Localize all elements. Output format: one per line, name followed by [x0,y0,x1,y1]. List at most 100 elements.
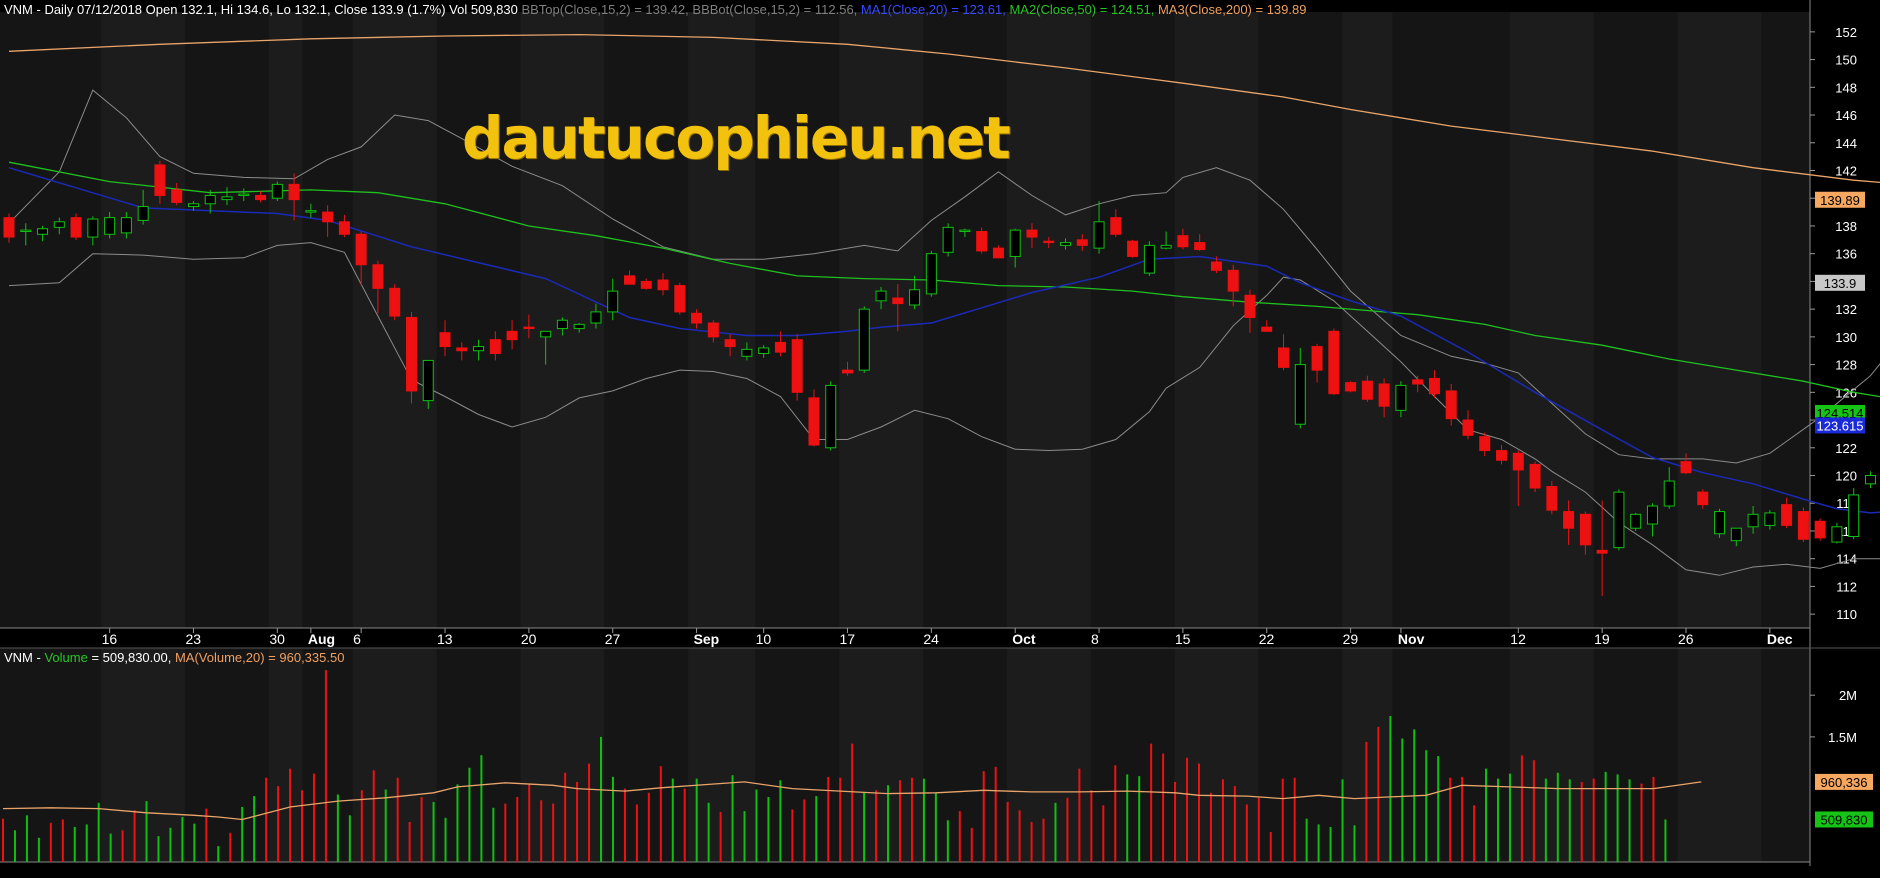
week-band [520,648,605,862]
candle-body [1311,346,1323,371]
candle-body [1479,436,1491,452]
candle-body [506,330,518,341]
ma200-legend: MA3(Close,200) = 139.89 [1157,2,1307,17]
candle-body [1210,261,1222,271]
candle-body [523,326,535,330]
candle-body [338,221,350,235]
week-band [1677,648,1762,862]
candle-body [489,339,501,354]
candle-body [1110,217,1122,235]
candle-body [422,359,434,402]
candle-body [1579,513,1591,546]
x-tick-label: 30 [269,631,285,647]
candle-body [1596,549,1608,554]
candle-body [1613,491,1625,549]
candle-body [456,347,468,352]
candle-body [741,348,753,357]
candle-body [1445,390,1457,420]
x-tick-label: 27 [605,631,621,647]
watermark-logo: dautucophieu.net [462,104,1011,172]
candle-body [1730,527,1742,542]
bbbot-legend: BBBot(Close,15,2) = 112.56, [692,2,858,17]
candle-body [1646,505,1658,525]
bbtop-legend: BBTop(Close,15,2) = 139.42, [521,2,689,17]
candle-body [1512,452,1524,471]
x-tick-label: 22 [1259,631,1275,647]
x-tick-label: 12 [1510,631,1526,647]
candle-body [1060,242,1072,246]
candle-body [774,341,786,353]
y-tick-label: 112 [1836,579,1857,594]
y-tick-label: 120 [1835,469,1857,484]
x-tick-label: 26 [1678,631,1694,647]
candle-body [137,206,149,221]
candle-body [942,226,954,253]
y-tick-label: 138 [1835,219,1857,234]
x-tick-label: 20 [521,631,537,647]
x-tick-label: 19 [1594,631,1610,647]
candle-body [1714,511,1726,535]
candle-body [1781,504,1793,526]
y-tick-label: 132 [1835,302,1857,317]
candle-body [53,221,65,228]
volume-symbol: VNM - [4,650,45,665]
candle-body [590,311,602,324]
x-tick-label: 16 [102,631,118,647]
candle-body [707,322,719,338]
volume-badge-label: 509,830 [1821,812,1868,827]
candle-body [909,289,921,306]
x-tick-label: 23 [185,631,201,647]
price-badge-label: 139.89 [1820,193,1860,208]
candle-body [640,280,652,289]
candle-body [1395,384,1407,411]
volume-legend: VNM - Volume = 509,830.00, MA(Volume,20)… [4,650,344,665]
y-tick-label: 142 [1835,164,1857,179]
candle-body [1496,450,1508,461]
candle-body [389,287,401,317]
candle-body [573,323,585,330]
candle-body [1009,229,1021,257]
candle-body [405,316,417,392]
candle-body [1428,377,1440,395]
price-badge-label: 123.615 [1817,418,1864,433]
x-tick-label: 17 [840,631,856,647]
candle-body [825,384,837,449]
candle-body [1764,512,1776,526]
x-tick-label: Sep [694,631,720,647]
candle-body [355,233,367,266]
candle-body [976,231,988,252]
candle-body [1043,240,1055,244]
candle-body [1076,239,1088,246]
candle-body [288,183,300,201]
candle-body [1093,221,1105,249]
candle-body [623,275,635,285]
week-band [101,12,186,628]
candle-body [1412,379,1424,385]
volume-y-tick-label: 1.5M [1828,730,1857,745]
y-tick-label: 146 [1835,108,1857,123]
week-band [101,648,186,862]
price-badge-label: 133.9 [1824,276,1857,291]
candle-body [1462,419,1474,436]
candle-body [238,193,250,196]
candle-body [104,217,116,235]
y-tick-label: 150 [1835,53,1857,68]
candle-body [1294,364,1306,425]
candle-body [1278,347,1290,368]
candle-body [674,285,686,313]
volume-label: Volume [44,650,88,665]
candle-body [842,369,853,374]
candle-body [1194,242,1206,251]
week-band [268,12,303,628]
candle-body [221,196,233,201]
y-tick-label: 144 [1835,136,1857,151]
volume-badge-label: 960,336 [1821,775,1868,790]
week-band [268,648,303,862]
candle-body [540,330,552,338]
candle-body [1697,491,1709,506]
candle-body [724,339,736,348]
volume-value: = 509,830.00, [91,650,172,665]
week-band [352,648,437,862]
y-tick-label: 128 [1835,358,1857,373]
candle-body [187,203,199,208]
